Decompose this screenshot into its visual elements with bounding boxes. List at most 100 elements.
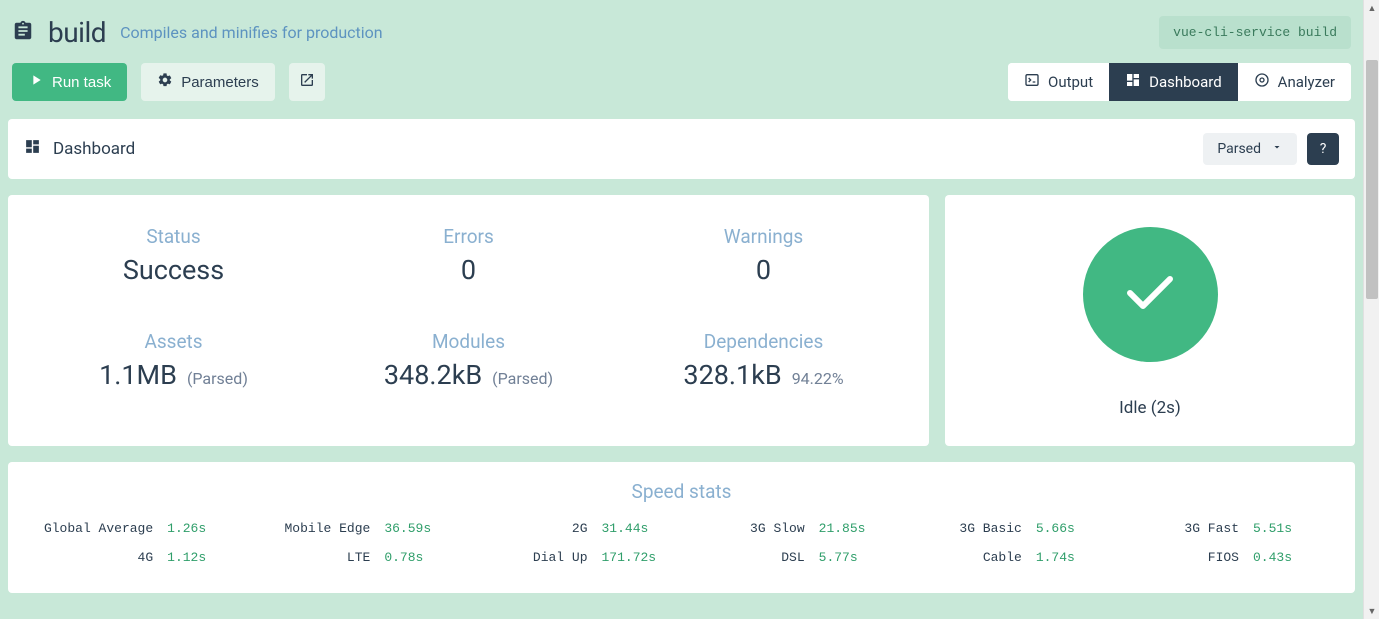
speed-cell-value: 1.12s	[167, 550, 225, 565]
stat-errors: Errors 0	[321, 225, 616, 286]
stat-assets: Assets 1.1MB (Parsed)	[26, 330, 321, 391]
parameters-button[interactable]: Parameters	[141, 63, 275, 101]
speed-stats-card: Speed stats Global Average 1.26s Mobile Ed…	[8, 462, 1355, 593]
stat-modules-label: Modules	[321, 330, 616, 353]
help-icon: ?	[1320, 141, 1327, 157]
stat-deps: Dependencies 328.1kB 94.22%	[616, 330, 911, 391]
speed-cell-name: 2G	[572, 521, 588, 536]
stat-modules-value: 348.2kB	[384, 359, 482, 391]
speed-cell: DSL 5.77s	[682, 550, 899, 565]
success-disc	[1083, 227, 1218, 362]
speed-cell-name: Mobile Edge	[285, 521, 371, 536]
stat-warnings: Warnings 0	[616, 225, 911, 286]
analyzer-icon	[1254, 72, 1270, 92]
tab-output-label: Output	[1048, 73, 1093, 91]
speed-cell: 3G Basic 5.66s	[899, 521, 1116, 536]
stat-deps-label: Dependencies	[616, 330, 911, 353]
dashboard-icon	[24, 138, 41, 160]
open-external-button[interactable]	[289, 63, 325, 101]
speed-cell-value: 21.85s	[819, 521, 877, 536]
speed-cell-name: Dial Up	[533, 550, 588, 565]
run-task-button[interactable]: Run task	[12, 63, 127, 101]
speed-cell-value: 0.78s	[384, 550, 442, 565]
stat-errors-value: 0	[321, 254, 616, 286]
mode-select[interactable]: Parsed	[1203, 133, 1297, 165]
speed-cell-name: LTE	[347, 550, 370, 565]
stat-assets-sub: (Parsed)	[187, 369, 248, 388]
speed-cell: 2G 31.44s	[464, 521, 681, 536]
speed-cell-name: 3G Fast	[1184, 521, 1239, 536]
speed-cell-value: 171.72s	[602, 550, 660, 565]
run-status-card: Idle (2s)	[945, 195, 1355, 446]
run-status-text: Idle (2s)	[1119, 398, 1181, 418]
speed-cell-name: 3G Slow	[750, 521, 805, 536]
toolbar: Run task Parameters Output	[8, 63, 1355, 119]
speed-cell: Global Average 1.26s	[30, 521, 247, 536]
build-stats-card: Status Success Errors 0 Warnings 0 Asset…	[8, 195, 929, 446]
speed-cell: 3G Fast 5.51s	[1116, 521, 1333, 536]
speed-cell-value: 0.43s	[1253, 550, 1311, 565]
scrollbar[interactable]: ▲ ▼	[1363, 0, 1379, 619]
gear-icon	[157, 72, 173, 92]
stat-status-value: Success	[26, 254, 321, 286]
page-title: build	[48, 16, 106, 49]
stat-errors-label: Errors	[321, 225, 616, 248]
help-button[interactable]: ?	[1307, 133, 1339, 165]
speed-cell-value: 31.44s	[602, 521, 660, 536]
check-icon	[1126, 275, 1174, 315]
speed-cell-name: FIOS	[1208, 550, 1239, 565]
speed-cell-name: Cable	[983, 550, 1022, 565]
speed-stats-grid: Global Average 1.26s Mobile Edge 36.59s 2G 31…	[30, 521, 1333, 565]
stat-deps-value: 328.1kB	[683, 359, 781, 391]
stat-status: Status Success	[26, 225, 321, 286]
speed-cell: Mobile Edge 36.59s	[247, 521, 464, 536]
page-subtitle: Compiles and minifies for production	[120, 23, 383, 42]
tab-output[interactable]: Output	[1008, 63, 1109, 101]
mode-select-value: Parsed	[1217, 141, 1261, 157]
stat-modules: Modules 348.2kB (Parsed)	[321, 330, 616, 391]
run-task-label: Run task	[52, 74, 111, 91]
header-row: build Compiles and minifies for producti…	[8, 8, 1355, 63]
speed-cell: LTE 0.78s	[247, 550, 464, 565]
speed-cell-value: 5.51s	[1253, 521, 1311, 536]
scrollbar-up-arrow[interactable]: ▲	[1364, 0, 1379, 16]
speed-cell-value: 36.59s	[384, 521, 442, 536]
dashboard-title: Dashboard	[53, 139, 135, 159]
speed-cell: 4G 1.12s	[30, 550, 247, 565]
stat-warnings-value: 0	[616, 254, 911, 286]
stat-assets-label: Assets	[26, 330, 321, 353]
clipboard-icon	[12, 20, 34, 46]
speed-cell-name: 3G Basic	[959, 521, 1021, 536]
stat-status-label: Status	[26, 225, 321, 248]
speed-cell-name: 4G	[138, 550, 154, 565]
speed-cell-name: DSL	[781, 550, 804, 565]
speed-cell-value: 1.26s	[167, 521, 225, 536]
speed-cell: FIOS 0.43s	[1116, 550, 1333, 565]
speed-cell-value: 5.77s	[819, 550, 877, 565]
chevron-down-icon	[1271, 141, 1283, 157]
open-external-icon	[299, 72, 315, 92]
play-icon	[28, 72, 44, 92]
speed-cell-value: 5.66s	[1036, 521, 1094, 536]
speed-cell: 3G Slow 21.85s	[682, 521, 899, 536]
stat-assets-value: 1.1MB	[99, 359, 177, 391]
dashboard-icon	[1125, 72, 1141, 92]
speed-stats-title: Speed stats	[30, 480, 1333, 503]
scrollbar-thumb[interactable]	[1366, 60, 1378, 299]
dashboard-header: Dashboard Parsed ?	[8, 119, 1355, 179]
tab-dashboard[interactable]: Dashboard	[1109, 63, 1238, 101]
terminal-icon	[1024, 72, 1040, 92]
parameters-label: Parameters	[181, 74, 259, 91]
stat-warnings-label: Warnings	[616, 225, 911, 248]
scrollbar-down-arrow[interactable]: ▼	[1364, 603, 1379, 619]
speed-cell: Cable 1.74s	[899, 550, 1116, 565]
speed-cell-name: Global Average	[44, 521, 153, 536]
stat-modules-sub: (Parsed)	[492, 369, 553, 388]
command-pill: vue-cli-service build	[1159, 16, 1351, 49]
stat-deps-sub: 94.22%	[792, 369, 844, 388]
tab-dashboard-label: Dashboard	[1149, 73, 1222, 91]
view-tabs: Output Dashboard Analyzer	[1008, 63, 1351, 101]
tab-analyzer-label: Analyzer	[1278, 73, 1335, 91]
speed-cell-value: 1.74s	[1036, 550, 1094, 565]
tab-analyzer[interactable]: Analyzer	[1238, 63, 1351, 101]
